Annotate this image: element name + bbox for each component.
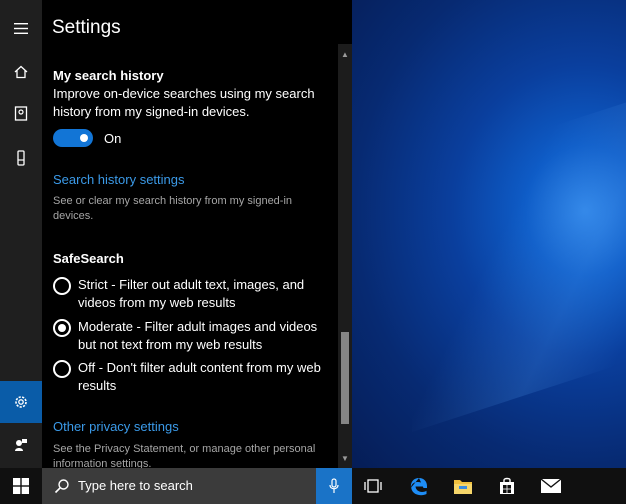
file-explorer-icon	[454, 479, 472, 494]
toggle-state-label: On	[104, 131, 122, 146]
task-view-button[interactable]	[353, 468, 393, 504]
feedback-icon	[15, 439, 27, 451]
scroll-up-arrow-icon[interactable]: ▲	[338, 46, 352, 62]
feedback-button[interactable]	[0, 424, 42, 466]
cortana-rail	[0, 0, 42, 468]
microphone-button[interactable]	[316, 468, 352, 504]
hamburger-menu-button[interactable]	[0, 7, 42, 49]
mail-icon	[540, 478, 562, 493]
wallpaper-light-beam	[412, 68, 626, 432]
mail-button[interactable]	[531, 468, 571, 504]
scroll-down-arrow-icon[interactable]: ▼	[338, 450, 352, 466]
settings-gear-icon	[15, 396, 27, 408]
radio-button-selected[interactable]	[53, 319, 71, 337]
notebook-button[interactable]	[0, 92, 42, 134]
home-button[interactable]	[0, 51, 42, 93]
start-button[interactable]	[0, 468, 42, 504]
radio-button[interactable]	[53, 277, 71, 295]
radio-label: Strict - Filter out adult text, images, …	[78, 277, 305, 310]
search-history-settings-link[interactable]: Search history settings	[53, 172, 185, 187]
toggle-knob	[80, 134, 88, 142]
microphone-icon	[329, 478, 339, 493]
safesearch-heading: SafeSearch	[53, 251, 124, 266]
panel-scrollbar[interactable]: ▲ ▼	[338, 44, 352, 468]
devices-button[interactable]	[0, 137, 42, 179]
home-icon	[14, 65, 28, 79]
settings-panel: Settings My search history Improve on-de…	[42, 0, 352, 468]
privacy-description-line2: information settings.	[53, 458, 152, 468]
device-icon	[17, 150, 25, 166]
taskbar-search-box[interactable]: Type here to search	[42, 468, 352, 504]
radio-label: Moderate - Filter adult images and video…	[78, 319, 318, 352]
search-history-description-line1: Improve on-device searches using my sear…	[53, 86, 315, 101]
search-history-heading: My search history	[53, 68, 164, 83]
search-history-link-description-line2: devices.	[53, 210, 94, 222]
notebook-icon	[14, 105, 28, 121]
search-history-toggle[interactable]	[53, 129, 93, 147]
store-button[interactable]	[487, 468, 527, 504]
store-icon	[500, 477, 514, 494]
windows-start-icon	[13, 478, 29, 494]
scroll-thumb[interactable]	[341, 332, 349, 424]
hamburger-menu-icon	[14, 22, 28, 34]
edge-browser-icon	[410, 478, 427, 496]
edge-browser-button[interactable]	[399, 468, 439, 504]
search-icon	[54, 479, 69, 494]
privacy-description-line1: See the Privacy Statement, or manage oth…	[53, 443, 316, 455]
task-view-icon	[364, 479, 382, 493]
desktop-wallpaper	[352, 0, 626, 468]
radio-button[interactable]	[53, 360, 71, 378]
file-explorer-button[interactable]	[443, 468, 483, 504]
search-history-link-description-line1: See or clear my search history from my s…	[53, 195, 293, 207]
other-privacy-settings-link[interactable]: Other privacy settings	[53, 419, 179, 434]
search-history-description-line2: history from my signed-in devices.	[53, 104, 250, 119]
page-title: Settings	[52, 17, 121, 38]
search-placeholder: Type here to search	[78, 478, 193, 493]
radio-label: Off - Don't filter adult content from my…	[78, 360, 321, 393]
settings-button[interactable]	[0, 381, 42, 423]
taskbar: Type here to search	[0, 468, 626, 504]
